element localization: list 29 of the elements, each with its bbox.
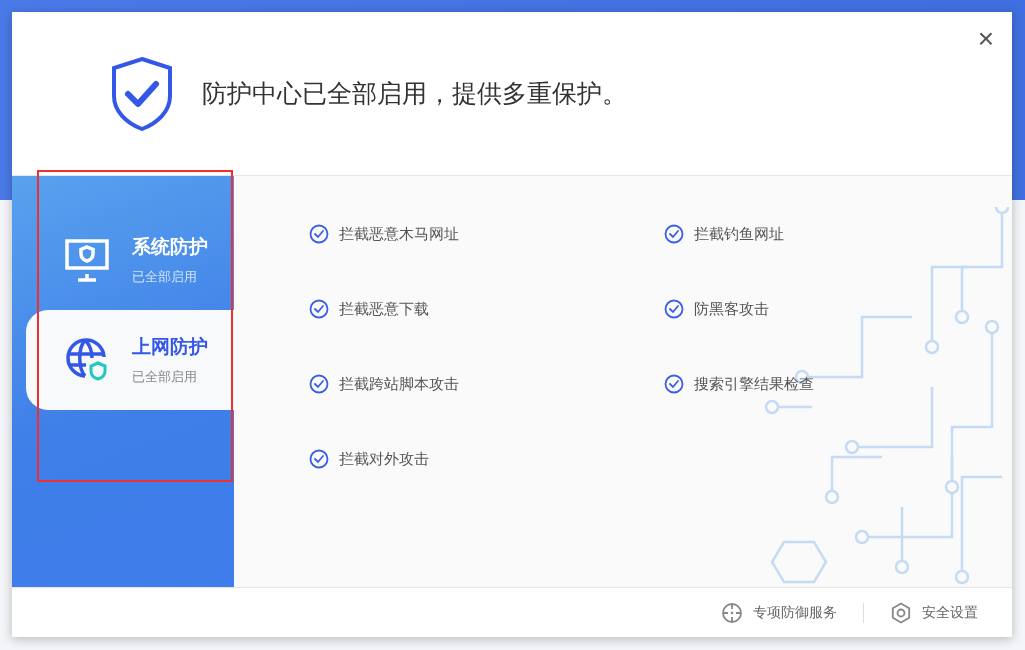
item-title: 系统防护	[132, 234, 208, 259]
crosshair-icon	[721, 601, 743, 624]
footer-link[interactable]: 安全设置	[890, 601, 978, 624]
feature-label: 拦截对外攻击	[339, 449, 429, 470]
check-circle-icon	[664, 224, 684, 244]
check-circle-icon	[309, 374, 329, 394]
feature-label: 防黑客攻击	[694, 299, 769, 320]
status-headline: 防护中心已全部启用，提供多重保护。	[202, 78, 627, 110]
check-circle-icon	[664, 299, 684, 319]
sidebar-item[interactable]: 上网防护 已全部启用	[26, 310, 234, 410]
feature-label: 拦截恶意木马网址	[339, 224, 459, 245]
check-circle-icon	[309, 449, 329, 469]
check-circle-icon	[309, 224, 329, 244]
close-button[interactable]: ×	[973, 22, 998, 56]
item-status: 已全部启用	[132, 368, 198, 386]
item-status: 已全部启用	[132, 268, 198, 286]
monitor-shield-icon	[64, 238, 110, 282]
check-circle-icon	[309, 299, 329, 319]
footer-link[interactable]: 专项防御服务	[721, 601, 837, 624]
settings-icon	[890, 601, 912, 624]
check-circle-icon	[664, 374, 684, 394]
sidebar-item[interactable]: 系统防护 已全部启用	[26, 210, 234, 310]
feature-label: 拦截恶意下载	[339, 299, 429, 320]
globe-shield-icon	[64, 337, 110, 383]
item-title: 上网防护	[132, 334, 208, 359]
shield-check-icon	[110, 55, 174, 132]
feature-label: 拦截钓鱼网址	[694, 224, 784, 245]
feature-label: 搜索引擎结果检查	[694, 374, 814, 395]
feature-label: 拦截跨站脚本攻击	[339, 374, 459, 395]
